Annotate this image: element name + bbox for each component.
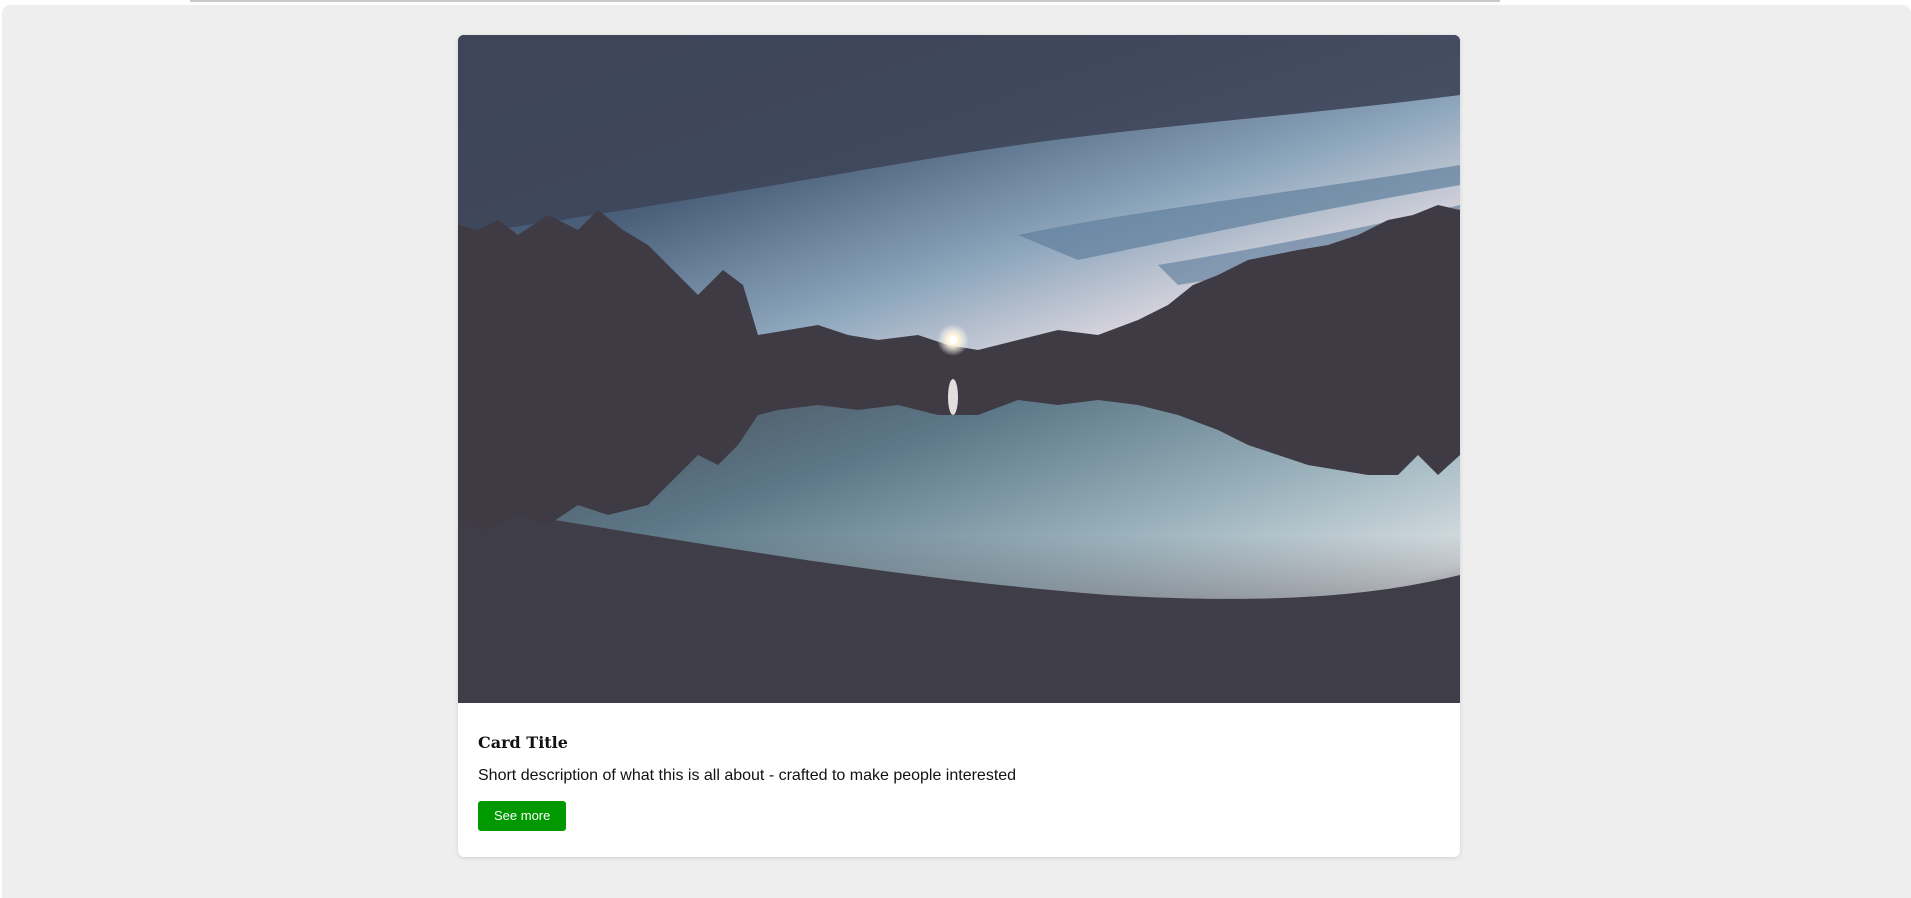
card: Card Title Short description of what thi… bbox=[458, 35, 1460, 857]
page-background: Card Title Short description of what thi… bbox=[2, 5, 1911, 898]
top-divider bbox=[190, 0, 1500, 2]
card-image bbox=[458, 35, 1460, 703]
lake-landscape-image bbox=[458, 35, 1460, 703]
see-more-button[interactable]: See more bbox=[478, 801, 567, 831]
card-title: Card Title bbox=[478, 733, 568, 752]
card-body: Card Title Short description of what thi… bbox=[458, 703, 1460, 851]
card-description: Short description of what this is all ab… bbox=[478, 767, 1017, 784]
